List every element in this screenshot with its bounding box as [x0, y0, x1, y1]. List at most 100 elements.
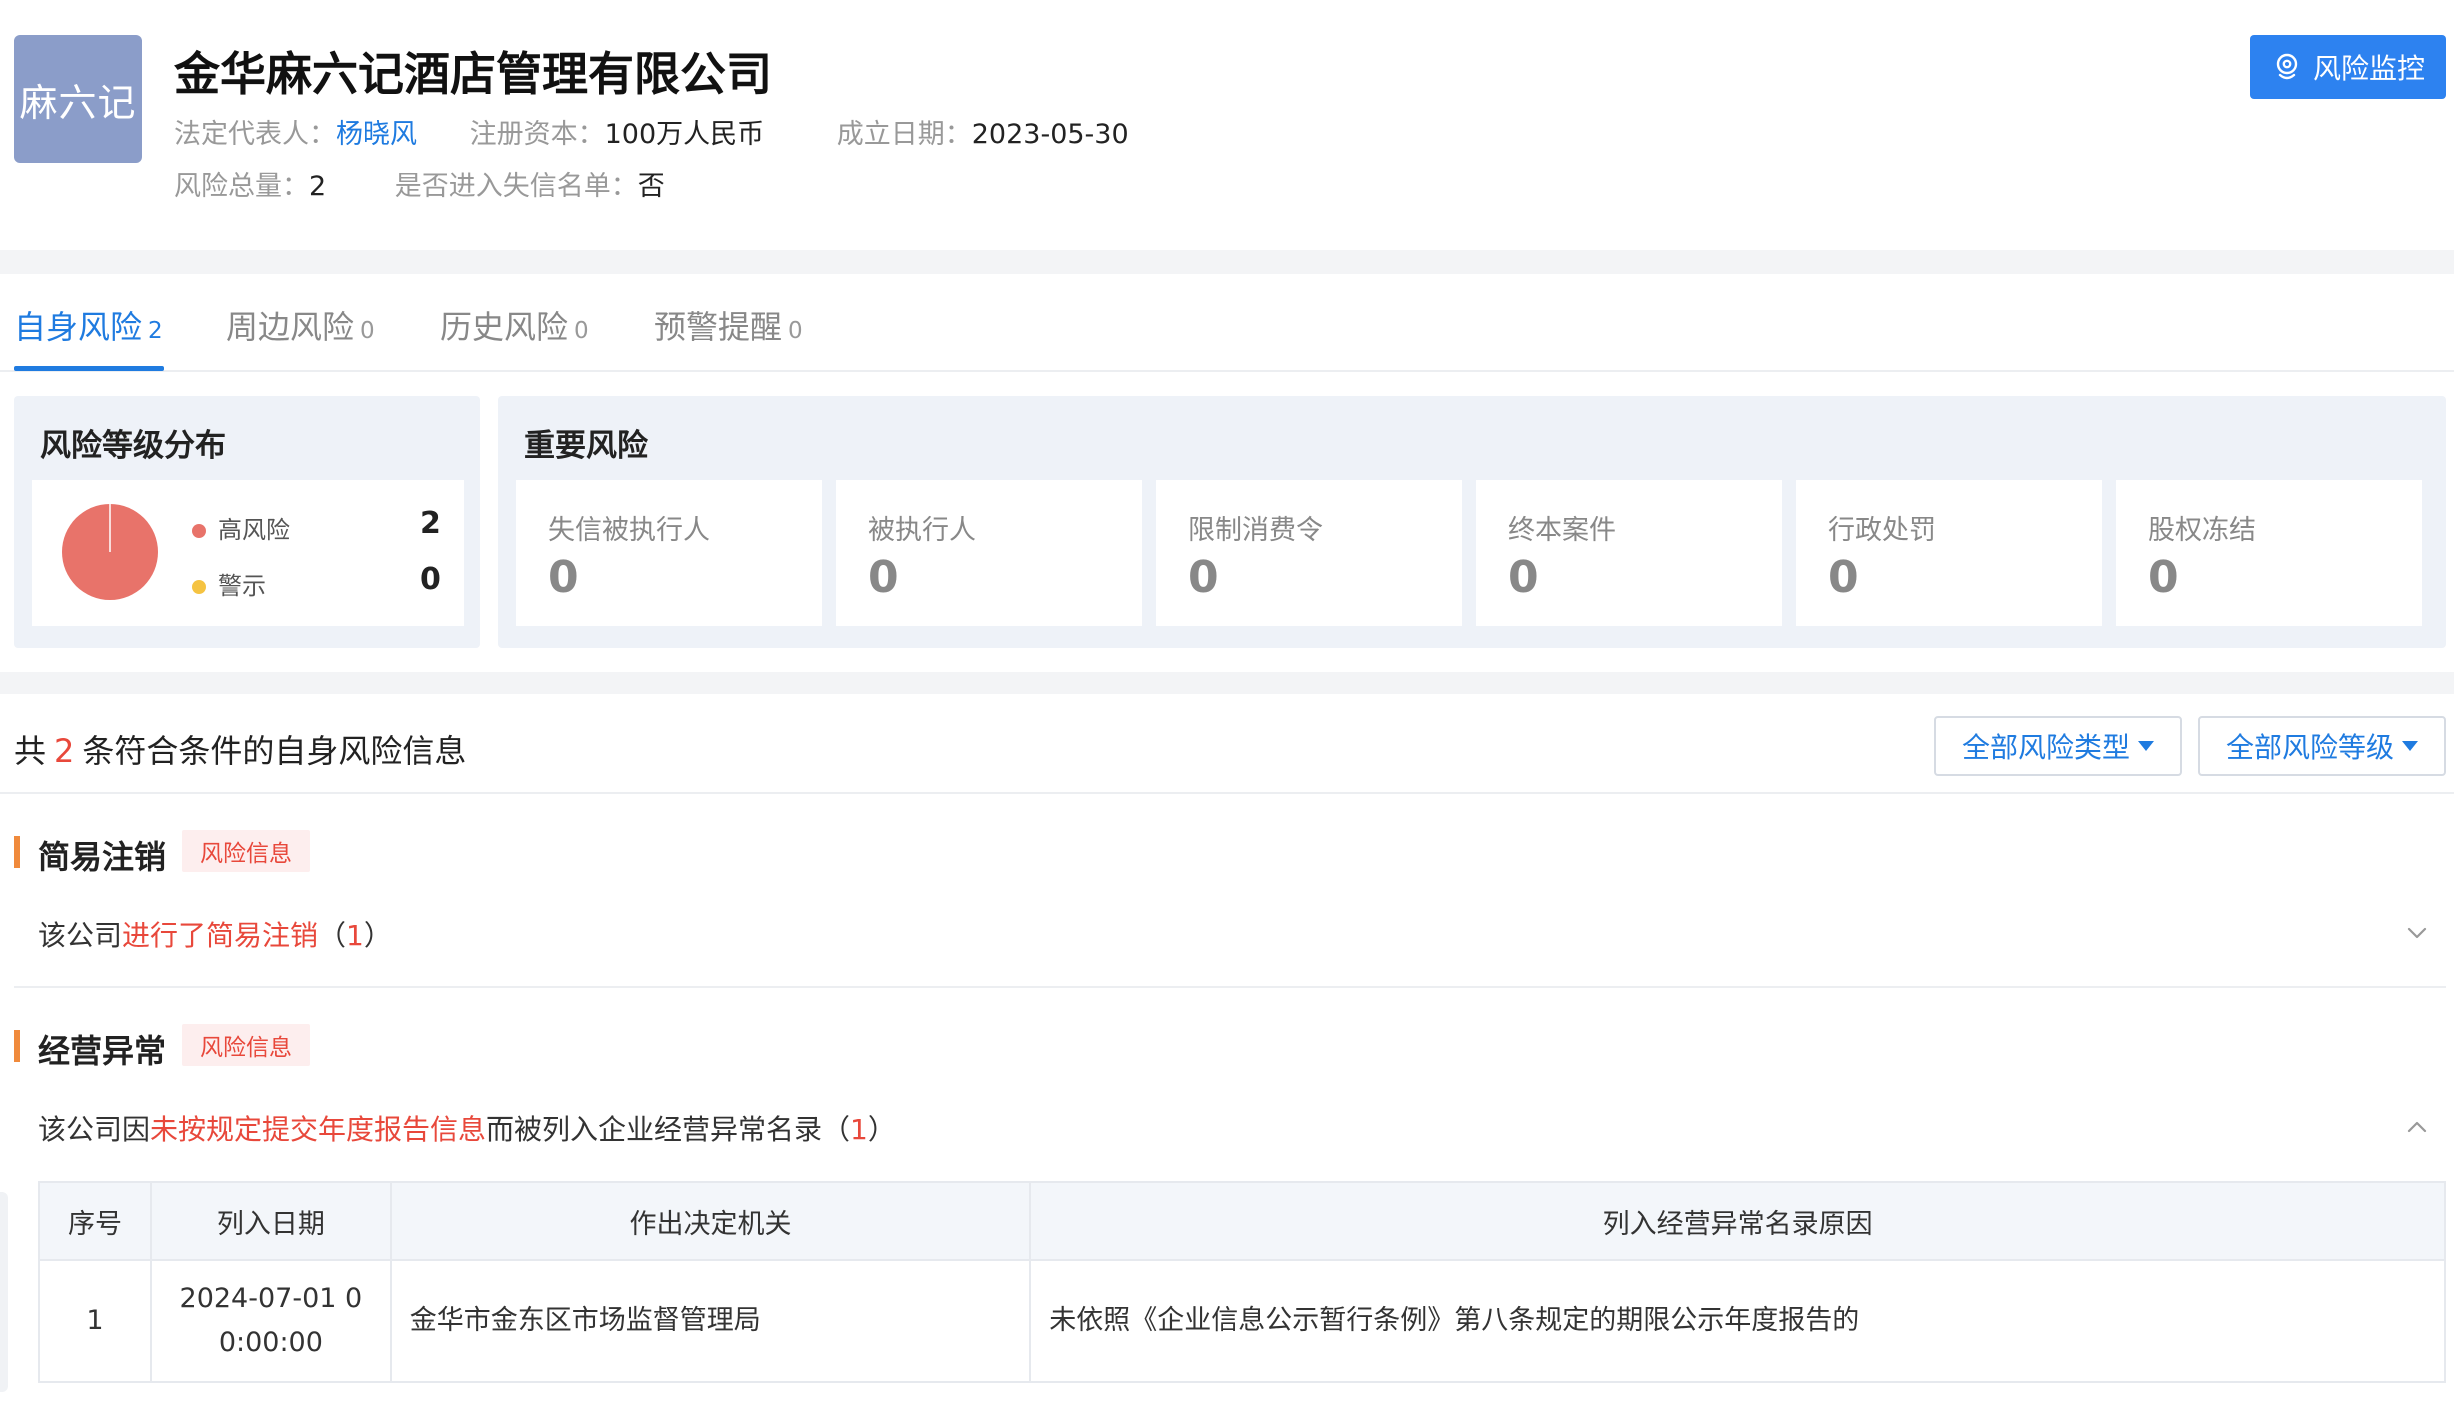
tab-history-risk[interactable]: 历史风险 0	[440, 302, 589, 348]
desc-suffix-close: ）	[867, 1113, 896, 1146]
result-count-number: 2	[54, 732, 75, 770]
risk-card-equity-freeze[interactable]: 股权冻结 0	[2116, 480, 2422, 626]
company-info-row-1: 法定代表人：杨晓风 注册资本：100万人民币 成立日期：2023-05-30	[174, 112, 1129, 151]
floating-side-tab[interactable]	[0, 1192, 8, 1392]
risk-card-admin-penalty-label: 行政处罚	[1828, 515, 1936, 546]
desc-suffix-close: ）	[363, 919, 392, 952]
legend-high-risk-value: 2	[420, 506, 441, 541]
desc-count: 1	[850, 1113, 868, 1146]
risk-card-executed[interactable]: 被执行人 0	[836, 480, 1142, 626]
list-divider	[0, 792, 2454, 794]
section-desc-simple-deregistration[interactable]: 该公司进行了简易注销（1）	[38, 914, 392, 954]
desc-prefix: 该公司	[38, 919, 123, 952]
high-risk-dot	[192, 524, 206, 538]
desc-count: 1	[346, 919, 364, 952]
tab-warning-alert[interactable]: 预警提醒 0	[654, 302, 803, 348]
founded-label: 成立日期：	[836, 119, 972, 150]
section-title-abnormal-operation: 经营异常	[38, 1032, 167, 1070]
company-info-row-2: 风险总量：2 是否进入失信名单：否	[174, 164, 665, 203]
tab-self-risk[interactable]: 自身风险 2	[14, 302, 163, 348]
legend-high-risk-label: 高风险	[218, 516, 290, 544]
desc-suffix-open: 而被列入企业经营异常名录（	[486, 1113, 851, 1146]
risk-card-executed-value: 0	[868, 552, 899, 603]
tab-warning-alert-label: 预警提醒	[654, 308, 783, 346]
tab-history-risk-label: 历史风险	[440, 308, 569, 346]
abnormal-operation-table: 序号 列入日期 作出决定机关 列入经营异常名录原因 1 2024-07-01 0…	[38, 1181, 2446, 1383]
important-risk-title: 重要风险	[524, 428, 648, 464]
risk-tabs: 自身风险 2 周边风险 0 历史风险 0 预警提醒 0	[0, 274, 2454, 372]
caret-down-icon	[2138, 741, 2154, 751]
important-risk-panel: 重要风险 失信被执行人 0 被执行人 0 限制消费令 0 终本案件 0 行政处罚…	[498, 396, 2446, 648]
risk-level-pie-chart	[62, 504, 158, 600]
cell-date: 2024-07-01 0 0:00:00	[149, 1259, 392, 1383]
cell-reason: 未依照《企业信息公示暂行条例》第八条规定的期限公示年度报告的	[1029, 1259, 2446, 1383]
tab-self-risk-count: 2	[148, 318, 163, 344]
section-title-simple-deregistration: 简易注销	[38, 838, 167, 876]
filter-risk-type-label: 全部风险类型	[1961, 731, 2130, 764]
col-header-date: 列入日期	[149, 1181, 392, 1261]
legend-warning-label: 警示	[218, 572, 266, 600]
table-row: 1 2024-07-01 0 0:00:00 金华市金东区市场监督管理局 未依照…	[38, 1259, 2446, 1383]
section-divider	[14, 986, 2446, 988]
warning-dot	[192, 580, 206, 594]
reg-capital-label: 注册资本：	[469, 119, 605, 150]
risk-distribution-panel: 风险等级分布 高风险 2 警示 0	[14, 396, 480, 648]
caret-down-icon	[2402, 741, 2418, 751]
result-count-heading: 共 2 条符合条件的自身风险信息	[14, 726, 466, 772]
risk-monitor-label: 风险监控	[2312, 52, 2425, 85]
dishonest-value: 否	[637, 171, 665, 202]
tab-surrounding-risk-count: 0	[360, 318, 375, 344]
risk-info-tag: 风险信息	[182, 830, 310, 872]
cell-index: 1	[38, 1259, 152, 1383]
legend-high-risk: 高风险	[192, 510, 290, 545]
risk-card-terminated-case[interactable]: 终本案件 0	[1476, 480, 1782, 626]
company-logo: 麻六记	[14, 35, 142, 163]
risk-card-equity-freeze-value: 0	[2148, 552, 2179, 603]
risk-card-dishonest[interactable]: 失信被执行人 0	[516, 480, 822, 626]
legend-warning: 警示	[192, 566, 266, 601]
filter-risk-level-dropdown[interactable]: 全部风险等级	[2198, 716, 2446, 776]
header-separator	[0, 250, 2454, 274]
desc-highlight: 未按规定提交年度报告信息	[150, 1113, 487, 1146]
risk-distribution-card: 高风险 2 警示 0	[32, 480, 464, 626]
risk-total-value: 2	[309, 171, 327, 202]
risk-card-admin-penalty-value: 0	[1828, 552, 1859, 603]
filter-risk-type-dropdown[interactable]: 全部风险类型	[1934, 716, 2182, 776]
risk-card-consumption-limit-value: 0	[1188, 552, 1219, 603]
table-header-row: 序号 列入日期 作出决定机关 列入经营异常名录原因	[38, 1181, 2446, 1261]
risk-card-dishonest-label: 失信被执行人	[548, 515, 710, 546]
company-header: 麻六记 金华麻六记酒店管理有限公司 法定代表人：杨晓风 注册资本：100万人民币…	[0, 0, 2454, 250]
risk-card-terminated-case-value: 0	[1508, 552, 1539, 603]
panel-separator	[0, 672, 2454, 694]
chevron-down-icon[interactable]	[2406, 922, 2428, 944]
col-header-index: 序号	[38, 1181, 152, 1261]
tab-warning-alert-count: 0	[788, 318, 803, 344]
risk-card-terminated-case-label: 终本案件	[1508, 515, 1616, 546]
risk-card-equity-freeze-label: 股权冻结	[2148, 515, 2256, 546]
section-desc-abnormal-operation[interactable]: 该公司因未按规定提交年度报告信息而被列入企业经营异常名录（1）	[38, 1108, 896, 1148]
risk-card-executed-label: 被执行人	[868, 515, 976, 546]
founded-value: 2023-05-30	[971, 119, 1129, 150]
section-accent-bar	[14, 836, 20, 868]
filter-risk-level-label: 全部风险等级	[2225, 731, 2394, 764]
company-name: 金华麻六记酒店管理有限公司	[174, 47, 772, 101]
risk-card-consumption-limit[interactable]: 限制消费令 0	[1156, 480, 1462, 626]
col-header-authority: 作出决定机关	[389, 1181, 1032, 1261]
desc-prefix: 该公司因	[38, 1113, 151, 1146]
legal-rep-label: 法定代表人：	[174, 119, 336, 150]
desc-suffix-open: （	[318, 919, 347, 952]
tab-surrounding-risk[interactable]: 周边风险 0	[226, 302, 375, 348]
tab-surrounding-risk-label: 周边风险	[226, 308, 355, 346]
risk-monitor-button[interactable]: 风险监控	[2250, 35, 2446, 99]
legend-warning-value: 0	[420, 562, 441, 597]
cell-date-line1: 2024-07-01 0	[179, 1283, 363, 1314]
location-pin-icon	[2276, 53, 2298, 80]
risk-card-dishonest-value: 0	[548, 552, 579, 603]
risk-card-admin-penalty[interactable]: 行政处罚 0	[1796, 480, 2102, 626]
active-tab-underline	[14, 366, 164, 371]
tab-self-risk-label: 自身风险	[14, 308, 143, 346]
legal-rep-link[interactable]: 杨晓风	[336, 119, 417, 150]
chevron-up-icon[interactable]	[2406, 1116, 2428, 1138]
cell-date-line2: 0:00:00	[218, 1327, 323, 1358]
result-count-prefix: 共	[14, 732, 47, 770]
